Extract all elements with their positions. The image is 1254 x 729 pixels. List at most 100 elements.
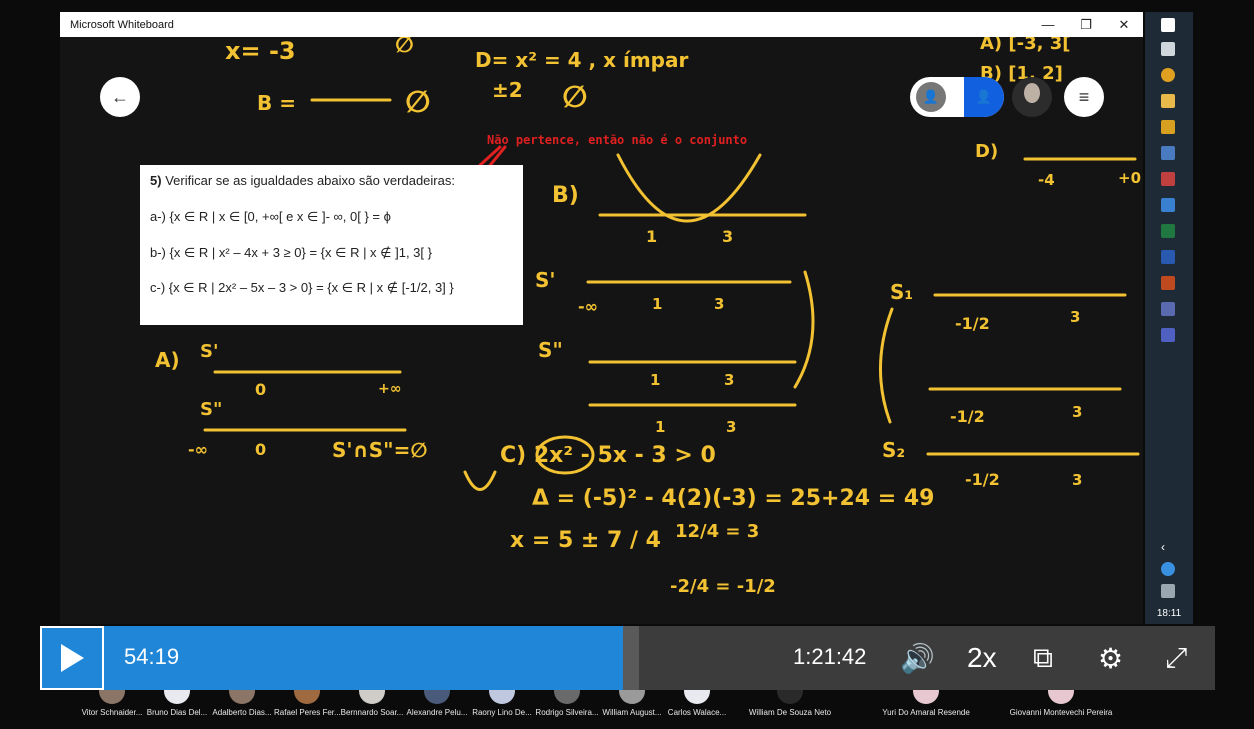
attendee-tile[interactable]: Rafael Peres Fer... bbox=[274, 690, 340, 729]
ink-S1: S₁ bbox=[890, 280, 913, 304]
ink-minus-inf-a: -∞ bbox=[188, 440, 208, 459]
attendee-avatar bbox=[359, 690, 385, 704]
app-icon[interactable] bbox=[1161, 146, 1175, 160]
attendee-tile[interactable]: Yuri Do Amaral Resende bbox=[866, 690, 986, 729]
whiteboard-window: Microsoft Whiteboard — ❐ ✕ x= -3 ∅ B = ∅… bbox=[60, 12, 1143, 624]
ink-b-eq: B = bbox=[257, 91, 296, 115]
attendee-tile[interactable]: Adalberto Dias... bbox=[209, 690, 275, 729]
progress-handle[interactable] bbox=[623, 626, 639, 690]
teams-icon[interactable] bbox=[1161, 328, 1175, 342]
windows-icon[interactable] bbox=[1161, 18, 1175, 32]
attendee-tile[interactable]: Rodrigo Silveira... bbox=[534, 690, 600, 729]
avatar-face bbox=[1024, 83, 1040, 103]
attendee-name: Raony Lino De... bbox=[472, 708, 532, 717]
onedrive-icon[interactable] bbox=[1161, 562, 1175, 576]
chrome-icon[interactable] bbox=[1161, 68, 1175, 82]
ink-three-g: 3 bbox=[1072, 471, 1082, 489]
ink-three-d: 3 bbox=[726, 418, 736, 436]
attendee-name: Bernnardo Soar... bbox=[340, 708, 404, 717]
ink-r2: -2/4 = -1/2 bbox=[670, 576, 776, 597]
app2-icon[interactable] bbox=[1161, 172, 1175, 186]
attendee-tile[interactable]: Raony Lino De... bbox=[469, 690, 535, 729]
speed-button[interactable]: 2x bbox=[967, 640, 997, 676]
attendee-tile[interactable]: Vitor Schnaider... bbox=[79, 690, 145, 729]
ink-union bbox=[463, 470, 497, 491]
attendee-tile[interactable]: William August... bbox=[599, 690, 665, 729]
menu-button[interactable]: ≡ bbox=[1064, 77, 1104, 117]
ink-plus-zero: +0 bbox=[1118, 169, 1141, 187]
current-time: 54:19 bbox=[124, 644, 180, 669]
attendee-avatar bbox=[554, 690, 580, 704]
attendee-tile[interactable]: Bernnardo Soar... bbox=[339, 690, 405, 729]
ink-empty-1: ∅ bbox=[395, 37, 414, 58]
whiteboard-canvas[interactable]: x= -3 ∅ B = ∅ D= x² = 4 , x ímpar ±2 ∅ A… bbox=[60, 37, 1143, 624]
participants-toggle[interactable]: 👤 👤 bbox=[910, 77, 1004, 117]
play-button[interactable] bbox=[40, 626, 104, 690]
ink-s2: S" bbox=[538, 338, 563, 362]
lock-icon[interactable] bbox=[1161, 120, 1175, 134]
ink-three-b: 3 bbox=[714, 295, 724, 313]
ink-brace bbox=[793, 270, 815, 389]
attendees-strip: Vitor Schnaider... Bruno Dias Del... Ada… bbox=[0, 690, 1254, 729]
attendee-name: William August... bbox=[602, 708, 662, 717]
attendee-tile[interactable]: Carlos Walace... bbox=[664, 690, 730, 729]
ink-S2: S₂ bbox=[882, 438, 905, 462]
speaker-icon[interactable] bbox=[1161, 584, 1175, 598]
ink-three-c: 3 bbox=[724, 371, 734, 389]
excel-icon[interactable] bbox=[1161, 224, 1175, 238]
attendee-avatar bbox=[229, 690, 255, 704]
ink-pm2: ±2 bbox=[492, 78, 523, 102]
word-icon[interactable] bbox=[1161, 250, 1175, 264]
taskbar-clock: 18:11 bbox=[1156, 608, 1182, 619]
ink-plus-inf: +∞ bbox=[378, 381, 401, 397]
attendee-avatar bbox=[684, 690, 710, 704]
ink-three-e: 3 bbox=[1070, 308, 1080, 326]
ink-a-opt: A) [-3, 3[ bbox=[980, 37, 1071, 54]
volume-icon[interactable]: 🔊 bbox=[900, 640, 935, 676]
ink-mh2: -1/2 bbox=[950, 407, 985, 426]
problem-card[interactable]: 5) Verificar se as igualdades abaixo são… bbox=[140, 165, 523, 325]
chevron-left-icon[interactable]: ‹ bbox=[1161, 540, 1175, 554]
attendee-name: Bruno Dias Del... bbox=[146, 708, 208, 717]
title-bar: Microsoft Whiteboard — ❐ ✕ bbox=[60, 12, 1143, 37]
ink-zero: 0 bbox=[255, 380, 266, 399]
avatar[interactable] bbox=[1012, 77, 1052, 117]
annotation-note: Não pertence, então não é o conjunto bbox=[487, 133, 748, 147]
attendee-avatar bbox=[424, 690, 450, 704]
restore-button[interactable]: ❐ bbox=[1067, 12, 1105, 37]
attendee-name: Carlos Walace... bbox=[667, 708, 727, 717]
ink-c-expr: C) 2x² - 5x - 3 > 0 bbox=[500, 443, 716, 468]
user-active-icon: 👤 bbox=[964, 77, 1004, 117]
attendee-name: Yuri Do Amaral Resende bbox=[882, 708, 970, 717]
minimize-button[interactable]: — bbox=[1029, 12, 1067, 37]
ink-minus-inf: -∞ bbox=[578, 297, 598, 316]
attendee-tile[interactable]: Bruno Dias Del... bbox=[144, 690, 210, 729]
powerpoint-icon[interactable] bbox=[1161, 276, 1175, 290]
ink-d-eq: D= x² = 4 , x ímpar bbox=[475, 48, 688, 72]
problem-number: 5) bbox=[150, 173, 162, 188]
attendee-avatar bbox=[164, 690, 190, 704]
problem-item-c: c-) {x ∈ R | 2x² – 5x – 3 > 0} = {x ∈ R … bbox=[150, 280, 454, 295]
folder-icon[interactable] bbox=[1161, 94, 1175, 108]
attendee-name: Alexandre Pelu... bbox=[406, 708, 468, 717]
app3-icon[interactable] bbox=[1161, 302, 1175, 316]
attendee-tile[interactable]: William De Souza Neto bbox=[735, 690, 845, 729]
settings-icon[interactable]: ⚙ bbox=[1098, 640, 1123, 676]
window-title: Microsoft Whiteboard bbox=[70, 18, 174, 31]
ink-x-frac: x = 5 ± 7 / 4 bbox=[510, 528, 661, 553]
close-button[interactable]: ✕ bbox=[1105, 12, 1143, 37]
cast-icon[interactable]: ⧉ bbox=[1033, 640, 1053, 676]
search-icon[interactable] bbox=[1161, 42, 1175, 56]
attendee-tile[interactable]: Alexandre Pelu... bbox=[404, 690, 470, 729]
ink-three: 3 bbox=[722, 227, 733, 246]
arrow-left-icon: ← bbox=[111, 86, 129, 107]
total-time: 1:21:42 bbox=[793, 644, 867, 669]
whiteboard-icon[interactable] bbox=[1161, 198, 1175, 212]
back-button[interactable]: ← bbox=[100, 77, 140, 117]
video-player-bar: 54:19 1:21:42 🔊 2x ⧉ ⚙ ⤢ bbox=[40, 626, 1215, 690]
fullscreen-icon[interactable]: ⤢ bbox=[1165, 640, 1187, 676]
ink-one: 1 bbox=[646, 227, 657, 246]
ink-one-c: 1 bbox=[650, 371, 660, 389]
attendee-tile[interactable]: Giovanni Montevechi Pereira bbox=[996, 690, 1126, 729]
attendee-avatar bbox=[619, 690, 645, 704]
